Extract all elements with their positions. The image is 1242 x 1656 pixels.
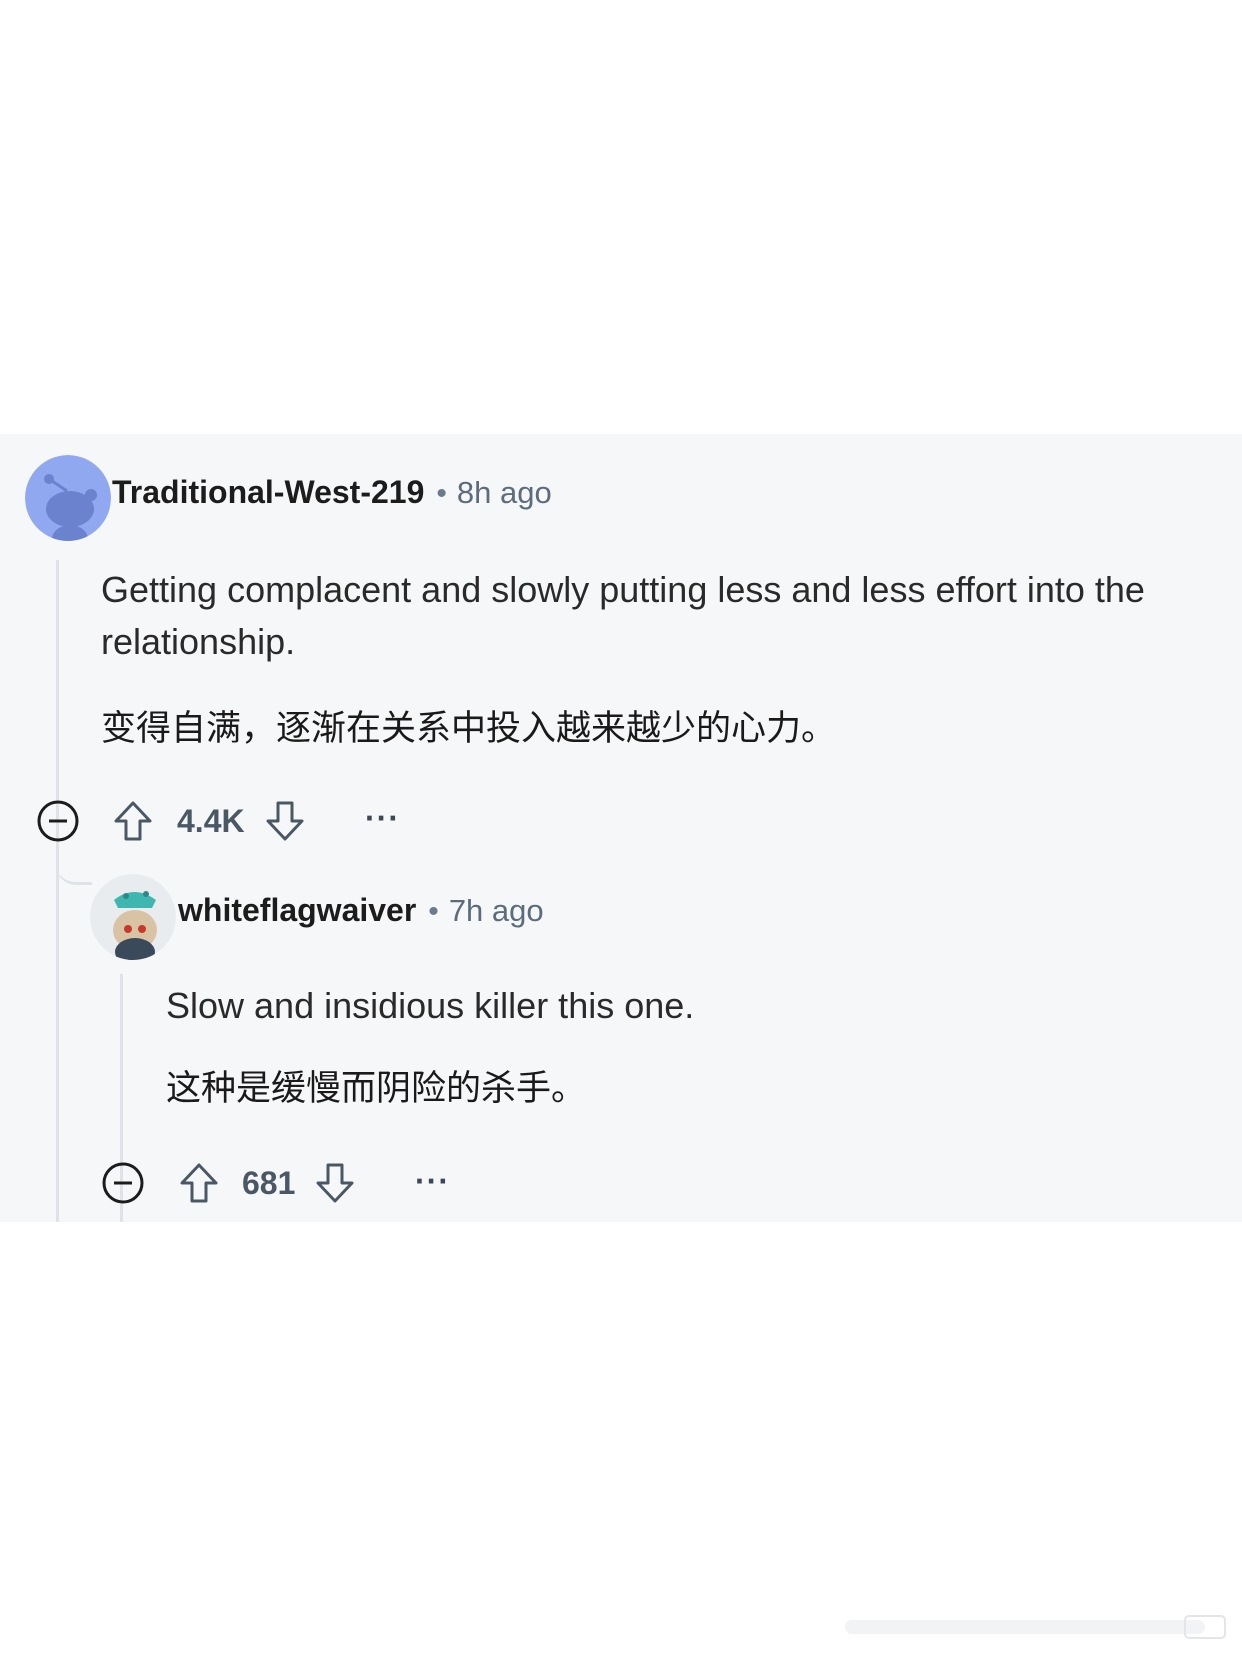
upvote-button[interactable]	[176, 1160, 222, 1206]
comment-translation: 变得自满，逐渐在关系中投入越来越少的心力。	[101, 709, 837, 748]
snoo-avatar-icon	[25, 455, 111, 541]
custom-avatar-icon	[90, 874, 176, 960]
separator-dot: •	[436, 477, 447, 510]
timestamp[interactable]: 8h ago	[457, 475, 552, 511]
username[interactable]: Traditional-West-219	[112, 474, 424, 511]
vote-score: 4.4K	[177, 803, 245, 839]
collapse-button[interactable]	[35, 798, 81, 844]
timestamp[interactable]: 7h ago	[449, 893, 544, 929]
downvote-button[interactable]	[312, 1160, 358, 1206]
collapse-minus-icon	[102, 1162, 144, 1204]
separator-dot: •	[428, 895, 439, 928]
reply-body: Slow and insidious killer this one.	[166, 985, 695, 1026]
upvote-arrow-icon	[114, 801, 152, 841]
downvote-arrow-icon	[316, 1163, 354, 1203]
reply-translation: 这种是缓慢而阴险的杀手。	[166, 1069, 587, 1108]
reply-header: whiteflagwaiver • 7h ago	[178, 892, 544, 929]
more-options-button[interactable]: ···	[415, 1165, 450, 1197]
avatar-traditional-west-219[interactable]	[25, 455, 111, 541]
avatar-whiteflagwaiver[interactable]	[90, 874, 176, 960]
thread-line-level-1-lower	[56, 854, 59, 1222]
more-options-button[interactable]: ···	[365, 802, 400, 834]
collapse-button[interactable]	[100, 1160, 146, 1206]
vote-score: 681	[242, 1165, 296, 1201]
reply-connector-curve	[56, 864, 92, 885]
comment-thread-panel: Traditional-West-219 • 8h ago Getting co…	[0, 434, 1242, 1222]
upvote-button[interactable]	[110, 798, 156, 844]
username[interactable]: whiteflagwaiver	[178, 892, 416, 929]
collapse-minus-icon	[37, 800, 79, 842]
comment-body: Getting complacent and slowly putting le…	[101, 569, 1145, 662]
downvote-arrow-icon	[266, 801, 304, 841]
downvote-button[interactable]	[262, 798, 308, 844]
comment-header: Traditional-West-219 • 8h ago	[112, 474, 552, 511]
watermark-logo-icon	[845, 1615, 1226, 1639]
upvote-arrow-icon	[180, 1163, 218, 1203]
